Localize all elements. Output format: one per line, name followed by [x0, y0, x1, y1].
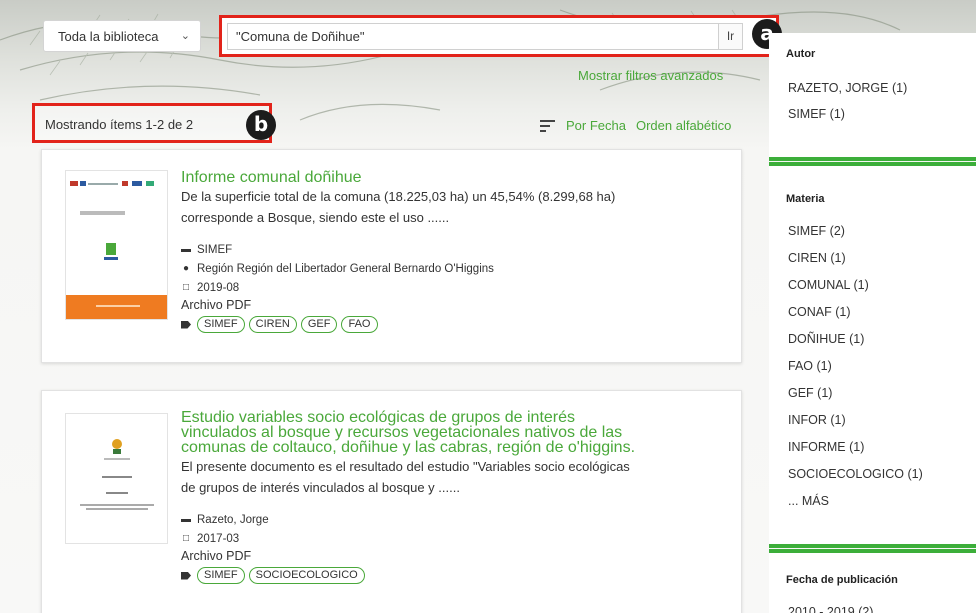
- document-thumbnail[interactable]: [65, 170, 168, 320]
- date-value: 2017-03: [197, 532, 240, 545]
- sort-lines-icon: [540, 119, 556, 132]
- author-row: ▬ Razeto, Jorge: [181, 510, 727, 529]
- description-line: El presente documento es el resultado de…: [181, 459, 630, 474]
- result-content: Informe comunal doñihue De la superficie…: [181, 170, 727, 333]
- result-content: Estudio variables socio ecológicas de gr…: [181, 410, 727, 584]
- search-go-button[interactable]: Ir: [719, 23, 743, 50]
- result-description: El presente documento es el resultado de…: [181, 456, 727, 498]
- tag-chip[interactable]: CIREN: [248, 316, 297, 333]
- result-card: Informe comunal doñihue De la superficie…: [41, 149, 742, 363]
- author-row: ▬ SIMEF: [181, 240, 727, 259]
- description-line: De la superficie total de la comuna (18.…: [181, 189, 616, 204]
- thumbnail-cover-art: [80, 439, 154, 510]
- facet-item[interactable]: SOCIOECOLOGICO (1): [788, 467, 923, 481]
- facet-panel-autor: Autor RAZETO, JORGE (1) SIMEF (1): [769, 33, 976, 161]
- date-value: 2019-08: [197, 281, 240, 294]
- calendar-icon: □: [182, 533, 190, 544]
- author-value[interactable]: Razeto, Jorge: [197, 514, 269, 526]
- location-value: Región Región del Libertador General Ber…: [197, 262, 494, 275]
- library-scope-select[interactable]: Toda la biblioteca ⌄: [43, 20, 201, 52]
- facet-item[interactable]: CONAF (1): [788, 305, 851, 319]
- search-input[interactable]: [227, 23, 719, 50]
- facet-more-link[interactable]: ... MÁS: [788, 494, 829, 508]
- tag-icon: [181, 571, 191, 580]
- result-description: De la superficie total de la comuna (18.…: [181, 186, 727, 228]
- result-count: Mostrando ítems 1-2 de 2: [45, 117, 194, 132]
- annotation-marker-b: b: [246, 110, 276, 140]
- facet-heading: Fecha de publicación: [786, 574, 898, 586]
- sort-by-date-link[interactable]: Por Fecha: [566, 118, 626, 133]
- location-row: ● Región Región del Libertador General B…: [181, 259, 727, 278]
- facet-item[interactable]: INFOR (1): [788, 413, 846, 427]
- facet-item[interactable]: RAZETO, JORGE (1): [788, 81, 907, 95]
- chevron-down-icon: ⌄: [180, 30, 190, 42]
- facet-item[interactable]: SIMEF (1): [788, 107, 845, 121]
- result-metadata: ▬ Razeto, Jorge □ 2017-03 Archivo PDF SI…: [181, 510, 727, 584]
- search-highlight-box: Ir: [219, 15, 779, 57]
- file-type: Archivo PDF: [181, 298, 252, 312]
- sort-bar: Por Fecha Orden alfabético: [540, 118, 731, 133]
- facet-item[interactable]: DOÑIHUE (1): [788, 332, 864, 346]
- description-line: de grupos de interés vinculados al bosqu…: [181, 480, 460, 495]
- facet-panel-materia: Materia SIMEF (2) CIREN (1) COMUNAL (1) …: [769, 162, 976, 548]
- description-line: corresponde a Bosque, siendo este el uso…: [181, 210, 450, 225]
- advanced-filters-link[interactable]: Mostrar filtros avanzados: [578, 68, 723, 83]
- facet-item[interactable]: INFORME (1): [788, 440, 864, 454]
- result-card: Estudio variables socio ecológicas de gr…: [41, 390, 742, 613]
- file-type: Archivo PDF: [181, 549, 252, 563]
- author-value[interactable]: SIMEF: [197, 244, 232, 256]
- title-line: vinculados al bosque y recursos vegetaci…: [181, 424, 623, 441]
- result-metadata: ▬ SIMEF ● Región Región del Libertador G…: [181, 240, 727, 333]
- map-pin-icon: ●: [182, 263, 190, 274]
- facet-item[interactable]: 2010 - 2019 (2): [788, 605, 873, 613]
- calendar-icon: □: [182, 282, 190, 293]
- tag-chip[interactable]: GEF: [300, 316, 338, 333]
- facet-item[interactable]: FAO (1): [788, 359, 832, 373]
- tag-chip[interactable]: SOCIOECOLOGICO: [248, 567, 365, 584]
- thumbnail-cover-art: [66, 181, 167, 319]
- tag-chip[interactable]: FAO: [341, 316, 378, 333]
- user-icon: ▬: [181, 244, 191, 255]
- sort-alphabetical-link[interactable]: Orden alfabético: [636, 118, 731, 133]
- title-line: comunas de coltauco, doñihue y las cabra…: [181, 439, 636, 456]
- tag-chip[interactable]: SIMEF: [197, 316, 245, 333]
- facet-heading: Autor: [786, 48, 816, 60]
- document-thumbnail[interactable]: [65, 413, 168, 544]
- title-line: Estudio variables socio ecológicas de gr…: [181, 409, 576, 426]
- result-title-link[interactable]: Informe comunal doñihue: [181, 170, 727, 186]
- facet-item[interactable]: GEF (1): [788, 386, 832, 400]
- date-row: □ 2019-08: [181, 278, 727, 297]
- facet-heading: Materia: [786, 193, 825, 205]
- tag-list: SIMEF CIREN GEF FAO: [181, 316, 727, 333]
- result-title-link[interactable]: Estudio variables socio ecológicas de gr…: [181, 409, 727, 456]
- facet-panel-fecha: Fecha de publicación 2010 - 2019 (2): [769, 549, 976, 613]
- facet-item[interactable]: COMUNAL (1): [788, 278, 869, 292]
- tag-list: SIMEF SOCIOECOLOGICO: [181, 567, 727, 584]
- facet-item[interactable]: SIMEF (2): [788, 224, 845, 238]
- tag-icon: [181, 320, 191, 329]
- scope-select-value: Toda la biblioteca: [58, 29, 159, 44]
- tag-chip[interactable]: SIMEF: [197, 567, 245, 584]
- date-row: □ 2017-03: [181, 529, 727, 548]
- user-icon: ▬: [181, 514, 191, 525]
- result-count-highlight-box: Mostrando ítems 1-2 de 2: [32, 103, 272, 143]
- facet-item[interactable]: CIREN (1): [788, 251, 846, 265]
